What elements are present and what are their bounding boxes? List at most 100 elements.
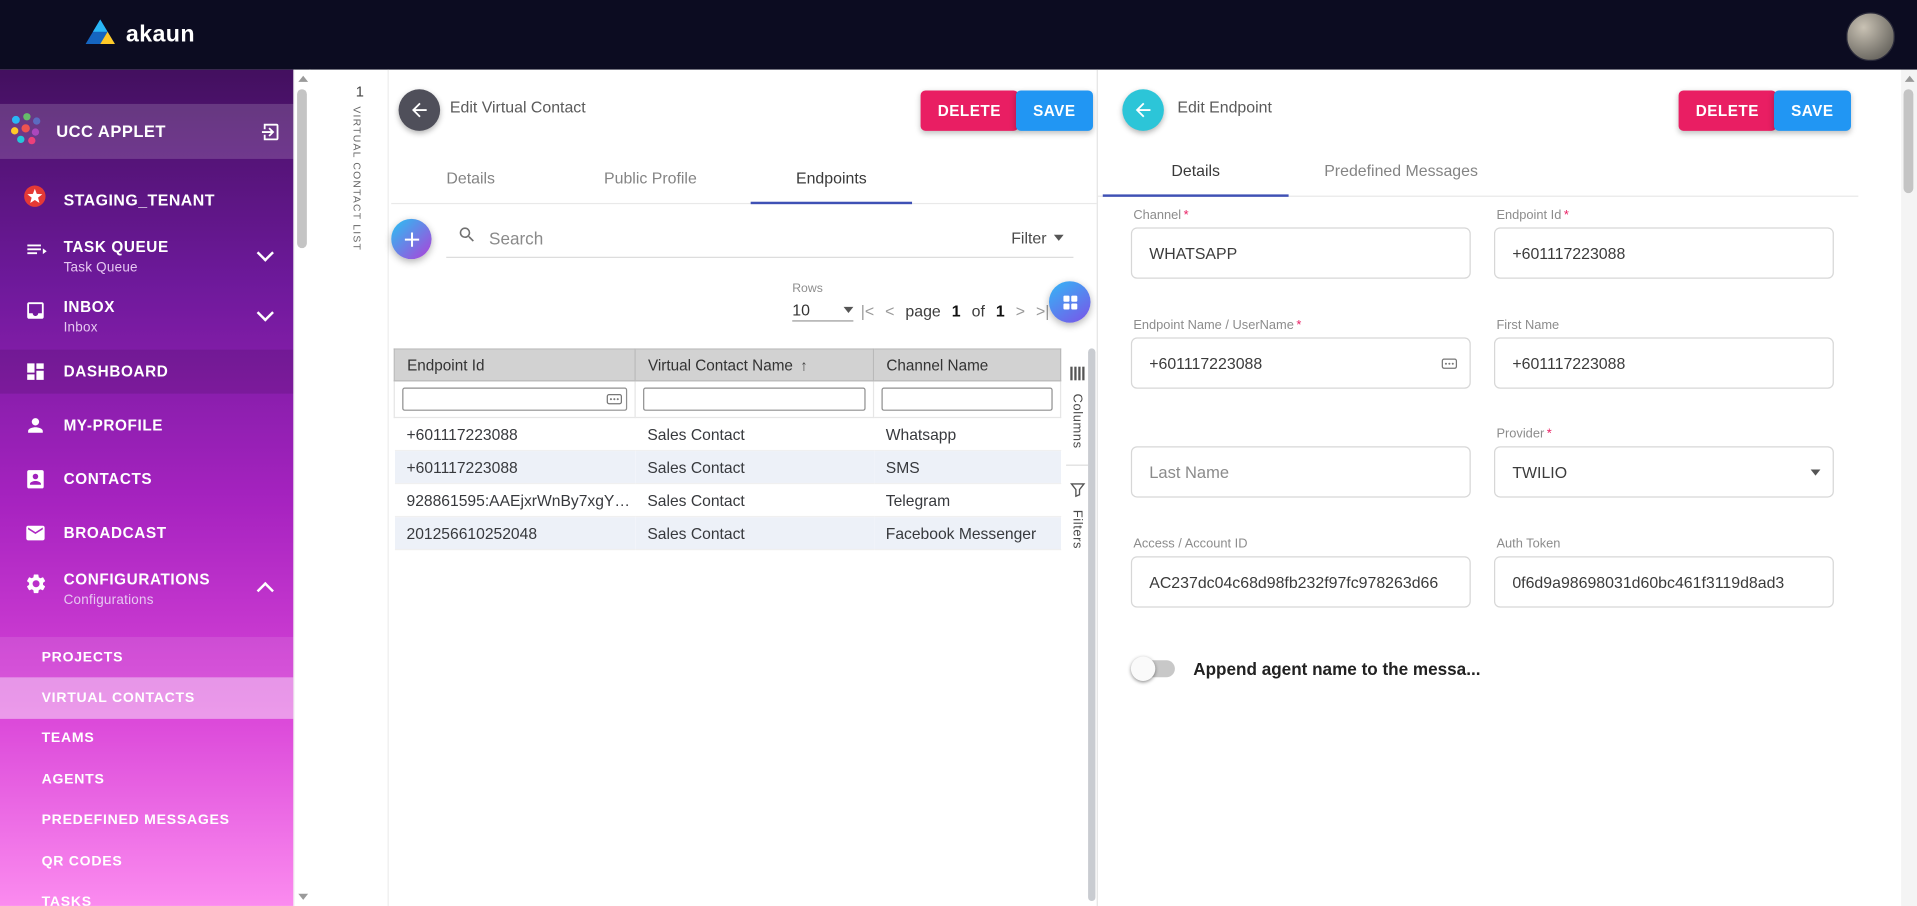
drawer-index[interactable]: 1: [356, 83, 364, 100]
first-name-label: First Name: [1494, 318, 1834, 333]
filters-tool-button[interactable]: Filters: [1069, 477, 1085, 554]
sidebar-item-inbox[interactable]: INBOX Inbox: [0, 292, 293, 349]
append-agent-name-toggle[interactable]: [1131, 655, 1177, 682]
table-row[interactable]: +601117223088 Sales Contact SMS: [394, 451, 1060, 484]
tab-details[interactable]: Details: [391, 153, 550, 203]
akaun-logo[interactable]: akaun: [86, 0, 195, 70]
access-account-id-input[interactable]: [1147, 572, 1458, 593]
applet-grid-icon: [7, 110, 44, 153]
tools-divider: [1066, 465, 1088, 466]
back-button[interactable]: [1122, 89, 1164, 131]
applet-header[interactable]: UCC APPLET: [0, 104, 293, 159]
tab-details[interactable]: Details: [1098, 144, 1294, 195]
page-label: page: [905, 302, 940, 320]
logo-text: akaun: [126, 21, 195, 48]
first-name-input[interactable]: [1510, 353, 1821, 374]
sidebar-item-tenant[interactable]: STAGING_TENANT: [0, 174, 293, 225]
cell-endpoint-id: 928861595:AAEjxrWnBy7xgYK1...: [394, 484, 635, 517]
column-header-channel-name[interactable]: Channel Name: [874, 349, 1061, 381]
filter-button[interactable]: Filter: [1004, 227, 1071, 248]
agents-label: AGENTS: [42, 772, 105, 787]
endpoint-id-filter-input[interactable]: [402, 388, 627, 411]
column-header-virtual-contact-name[interactable]: Virtual Contact Name↑: [635, 349, 873, 381]
required-marker: *: [1184, 208, 1189, 223]
tab-predefined-messages[interactable]: Predefined Messages: [1293, 144, 1508, 195]
prev-page-button[interactable]: <: [885, 302, 894, 320]
columns-tool-button[interactable]: Columns: [1069, 361, 1085, 454]
column-header-endpoint-id[interactable]: Endpoint Id: [394, 349, 635, 381]
table-row[interactable]: +601117223088 Sales Contact Whatsapp: [394, 418, 1060, 451]
save-button[interactable]: SAVE: [1016, 90, 1093, 130]
sidebar-item-agents[interactable]: AGENTS: [0, 759, 293, 800]
sidebar-item-broadcast[interactable]: BROADCAST: [0, 511, 293, 555]
sidebar-item-predefined-messages[interactable]: PREDEFINED MESSAGES: [0, 800, 293, 841]
sidebar-scrollbar-thumb[interactable]: [297, 89, 307, 248]
tab-public-profile[interactable]: Public Profile: [550, 153, 751, 203]
exit-applet-icon[interactable]: [259, 120, 281, 142]
scroll-down-icon[interactable]: [298, 894, 308, 900]
search-input[interactable]: [487, 227, 995, 249]
scroll-up-icon[interactable]: [298, 76, 308, 82]
back-button[interactable]: [399, 89, 441, 131]
cell-virtual-contact-name: Sales Contact: [635, 451, 873, 484]
cell-virtual-contact-name: Sales Contact: [635, 418, 873, 451]
sidebar-item-my-profile[interactable]: MY-PROFILE: [0, 403, 293, 447]
sidebar-item-configurations[interactable]: CONFIGURATIONS Configurations: [0, 565, 293, 627]
provider-select[interactable]: [1494, 446, 1834, 497]
page-scrollbar-thumb[interactable]: [1904, 89, 1914, 193]
table-header-row: Endpoint Id Virtual Contact Name↑ Channe…: [394, 349, 1060, 381]
virtual-contact-name-filter-input[interactable]: [643, 388, 866, 411]
sidebar-item-teams[interactable]: TEAMS: [0, 719, 293, 760]
inbox-label: INBOX: [64, 298, 115, 315]
sidebar-scrollbar[interactable]: [293, 70, 310, 906]
last-name-input[interactable]: [1147, 462, 1458, 483]
contacts-label: CONTACTS: [64, 471, 153, 488]
sidebar-item-qr-codes[interactable]: QR CODES: [0, 841, 293, 882]
user-avatar[interactable]: [1846, 12, 1895, 61]
endpoint-tabs: Details Predefined Messages: [1098, 144, 1858, 197]
pagination: |< < page 1 of 1 > >|: [861, 302, 1050, 320]
next-page-button[interactable]: >: [1016, 302, 1025, 320]
scroll-up-icon[interactable]: [1904, 76, 1914, 82]
last-page-button[interactable]: >|: [1036, 302, 1049, 320]
channel-name-filter-input[interactable]: [881, 388, 1052, 411]
auth-token-label: Auth Token: [1494, 537, 1834, 552]
profile-icon: [22, 414, 49, 436]
main-content: 1 VIRTUAL CONTACT LIST Edit Virtual Cont…: [309, 70, 1901, 906]
virtual-contact-list-rail[interactable]: VIRTUAL CONTACT LIST: [351, 106, 363, 251]
auth-token-input[interactable]: [1510, 572, 1821, 593]
table-row[interactable]: 928861595:AAEjxrWnBy7xgYK1... Sales Cont…: [394, 484, 1060, 517]
save-button[interactable]: SAVE: [1774, 90, 1851, 130]
channel-input[interactable]: [1147, 243, 1458, 264]
app-root: akaun UCC APPLET: [0, 0, 1917, 906]
tasks-label: TASKS: [42, 895, 92, 906]
total-pages: 1: [996, 302, 1005, 320]
endpoint-id-input[interactable]: [1510, 243, 1821, 264]
sidebar-item-task-queue[interactable]: TASK QUEUE Task Queue: [0, 232, 293, 292]
rail-divider: [388, 70, 389, 906]
endpoint-name-input[interactable]: [1147, 353, 1442, 374]
left-panel-scrollbar[interactable]: [1088, 348, 1095, 901]
auth-token-field: Auth Token: [1494, 537, 1834, 608]
sidebar-item-contacts[interactable]: CONTACTS: [0, 457, 293, 501]
cell-endpoint-id: +601117223088: [394, 451, 635, 484]
delete-button[interactable]: DELETE: [1679, 90, 1776, 130]
sidebar-item-projects[interactable]: PROJECTS: [0, 637, 293, 678]
tab-endpoints[interactable]: Endpoints: [751, 153, 912, 203]
table-row[interactable]: 201256610252048 Sales Contact Facebook M…: [394, 517, 1060, 550]
first-page-button[interactable]: |<: [861, 302, 874, 320]
chevron-down-icon: [257, 244, 274, 261]
sidebar-item-virtual-contacts[interactable]: VIRTUAL CONTACTS: [0, 678, 293, 719]
add-endpoint-button[interactable]: [391, 219, 431, 259]
provider-input[interactable]: [1510, 462, 1801, 483]
funnel-icon: [1069, 482, 1085, 502]
panel-title: Edit Endpoint: [1177, 98, 1272, 116]
sidebar-item-tasks[interactable]: TASKS: [0, 882, 293, 906]
page-scrollbar[interactable]: [1901, 70, 1917, 906]
channel-field: Channel*: [1131, 208, 1471, 279]
sidebar-item-dashboard[interactable]: DASHBOARD: [0, 350, 293, 394]
rows-per-page-select[interactable]: Rows 10: [792, 282, 853, 321]
grid-view-button[interactable]: [1049, 281, 1091, 323]
delete-button[interactable]: DELETE: [921, 90, 1018, 130]
current-page[interactable]: 1: [952, 302, 961, 320]
